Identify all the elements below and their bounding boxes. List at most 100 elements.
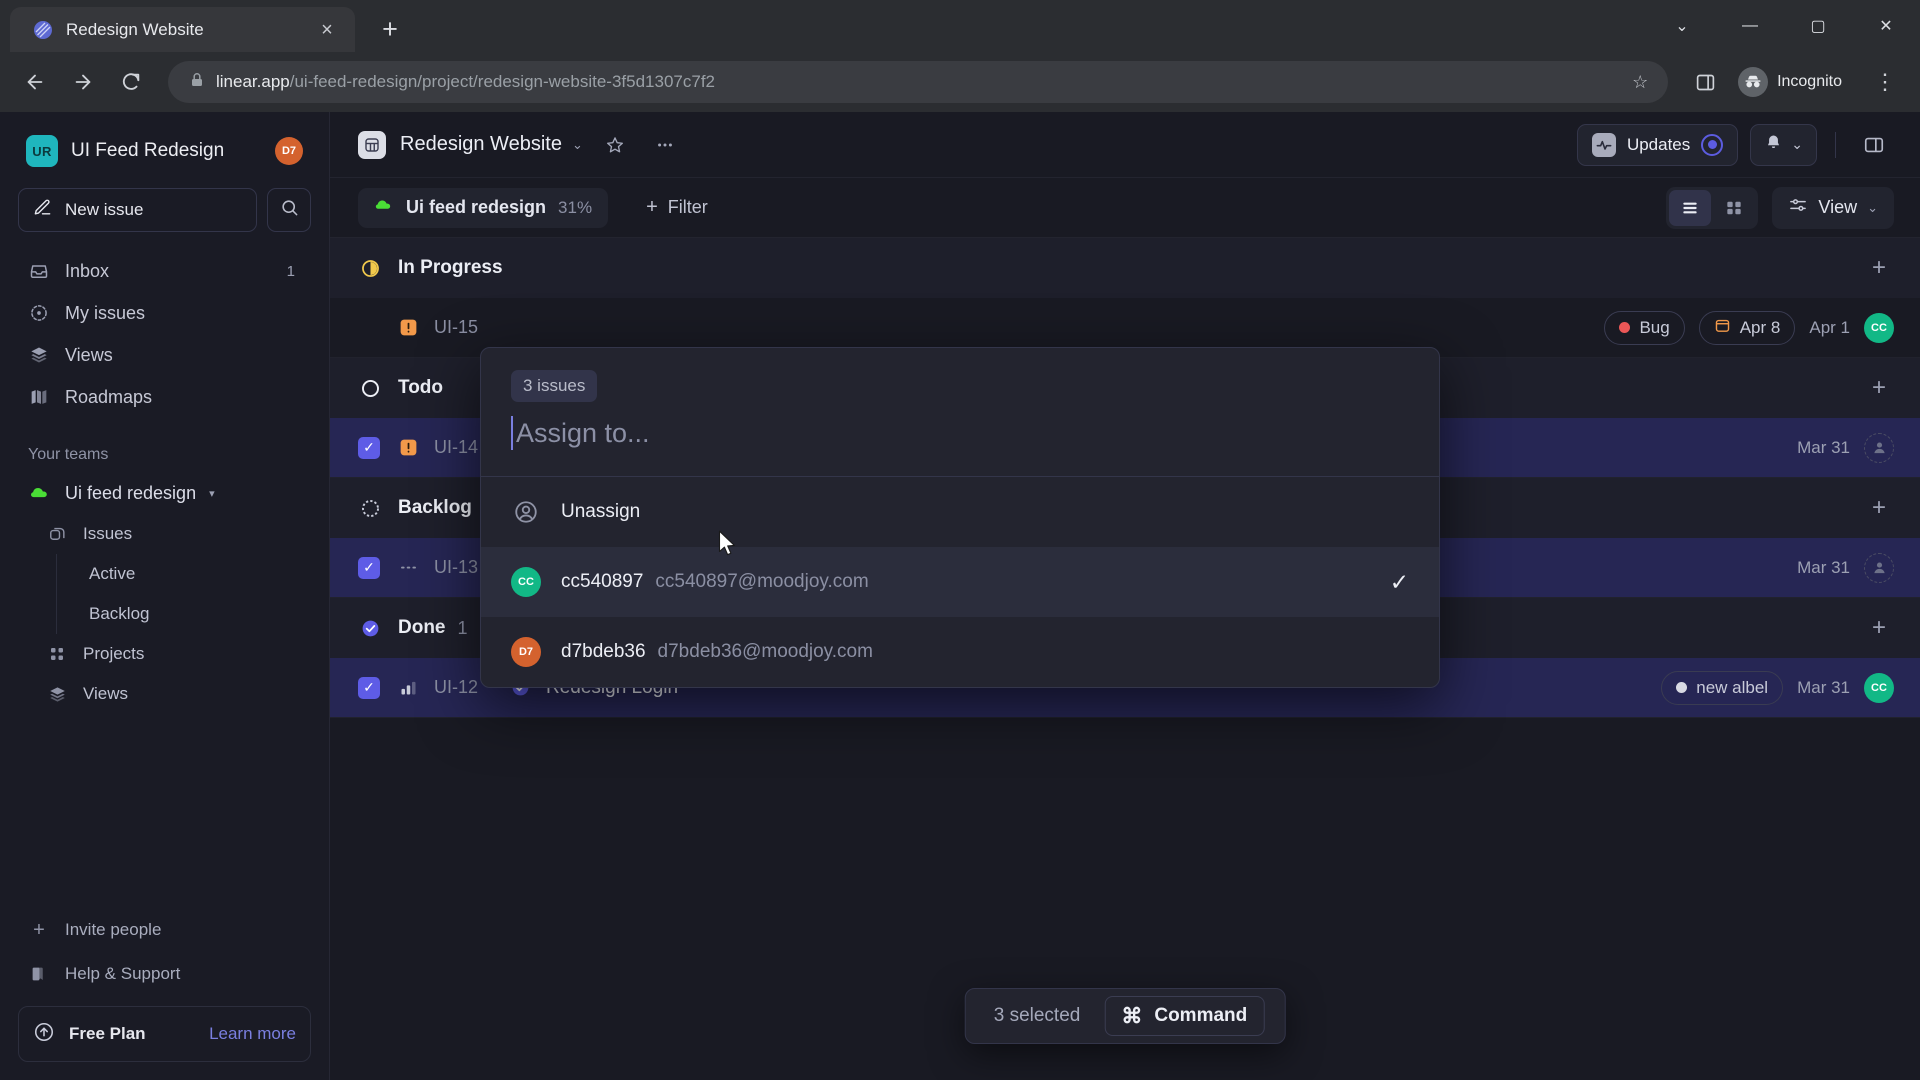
book-icon bbox=[28, 965, 50, 983]
sidebar: UR UI Feed Redesign D7 New issue Inbox 1… bbox=[0, 112, 330, 1080]
add-issue-button[interactable]: + bbox=[1864, 374, 1894, 402]
label-chip[interactable]: Bug bbox=[1604, 310, 1685, 345]
new-tab-button[interactable]: + bbox=[369, 8, 411, 50]
bookmark-star-icon[interactable]: ☆ bbox=[1632, 72, 1652, 93]
help-support-label: Help & Support bbox=[65, 964, 181, 983]
sidebar-item-label: Views bbox=[65, 344, 113, 365]
sidebar-item-label: Issues bbox=[83, 524, 133, 543]
workspace-switcher[interactable]: UR UI Feed Redesign D7 bbox=[18, 120, 311, 182]
sidebar-item-backlog[interactable]: Backlog bbox=[79, 594, 311, 634]
issues-icon bbox=[46, 525, 68, 544]
sidebar-item-issues[interactable]: Issues bbox=[36, 514, 311, 554]
reload-icon[interactable] bbox=[110, 61, 152, 103]
primary-nav: Inbox 1 My issues Views Roadmaps bbox=[18, 250, 311, 418]
invite-people-label: Invite people bbox=[65, 920, 162, 939]
group-count: 1 bbox=[457, 617, 468, 638]
ellipsis-icon[interactable] bbox=[647, 127, 683, 163]
chevron-down-icon[interactable]: ▾ bbox=[209, 487, 215, 500]
row-checkbox[interactable]: ✓ bbox=[358, 556, 380, 579]
layers-icon bbox=[28, 345, 50, 365]
due-date-chip[interactable]: Apr 8 bbox=[1698, 310, 1796, 345]
label-text: new albel bbox=[1696, 677, 1769, 697]
side-panel-icon[interactable] bbox=[1684, 61, 1726, 103]
avatar[interactable]: CC bbox=[1864, 312, 1894, 343]
sidebar-team-ui-feed-redesign[interactable]: Ui feed redesign ▾ bbox=[18, 472, 311, 514]
sidebar-item-my-issues[interactable]: My issues bbox=[18, 292, 311, 334]
sidebar-item-inbox[interactable]: Inbox 1 bbox=[18, 250, 311, 292]
notifications-button[interactable]: ⌄ bbox=[1750, 123, 1817, 166]
avatar[interactable] bbox=[1864, 432, 1894, 463]
assign-option-unassign[interactable]: Unassign bbox=[481, 477, 1439, 547]
done-icon bbox=[358, 618, 382, 639]
invite-people-button[interactable]: + Invite people bbox=[18, 908, 311, 952]
search-button[interactable] bbox=[267, 188, 311, 232]
plan-box[interactable]: Free Plan Learn more bbox=[18, 1006, 311, 1062]
tab-title: Redesign Website bbox=[66, 19, 204, 39]
help-support-button[interactable]: Help & Support bbox=[18, 952, 311, 996]
sidebar-item-projects[interactable]: Projects bbox=[36, 634, 311, 674]
row-checkbox[interactable]: ✓ bbox=[358, 676, 380, 699]
minimize-icon[interactable]: — bbox=[1716, 0, 1784, 52]
no-priority-icon bbox=[396, 557, 420, 578]
sidebar-item-team-views[interactable]: Views bbox=[36, 674, 311, 714]
close-window-icon[interactable]: ✕ bbox=[1852, 0, 1920, 52]
add-issue-button[interactable]: + bbox=[1864, 254, 1894, 282]
add-issue-button[interactable]: + bbox=[1864, 494, 1894, 522]
workspace-avatar: UR bbox=[26, 135, 58, 167]
sidebar-item-label: My issues bbox=[65, 302, 146, 323]
project-filter-pill[interactable]: Ui feed redesign 31% bbox=[358, 187, 609, 228]
board-view-icon[interactable] bbox=[1713, 190, 1755, 226]
row-checkbox[interactable]: ✓ bbox=[358, 436, 380, 459]
chevron-down-icon[interactable]: ⌄ bbox=[1791, 136, 1803, 153]
assign-option-name: Unassign bbox=[561, 501, 641, 522]
address-bar[interactable]: linear.app/ui-feed-redesign/project/rede… bbox=[168, 61, 1669, 103]
group-header-in-progress[interactable]: In Progress + bbox=[330, 238, 1920, 298]
sidebar-item-label: Projects bbox=[83, 644, 145, 663]
sidebar-panel-icon[interactable] bbox=[1854, 125, 1894, 165]
group-name: Backlog bbox=[398, 497, 472, 518]
command-button[interactable]: ⌘ Command bbox=[1104, 996, 1265, 1036]
assign-option-cc540897[interactable]: CC cc540897 cc540897@moodjoy.com ✓ bbox=[481, 547, 1439, 617]
header-right-controls: Updates ⌄ bbox=[1576, 123, 1894, 166]
avatar[interactable]: D7 bbox=[275, 137, 303, 165]
due-date-text: Apr 8 bbox=[1739, 317, 1781, 337]
avatar[interactable]: CC bbox=[1864, 672, 1894, 703]
assign-popover: 3 issues Assign to... Unassign CC cc5408… bbox=[480, 347, 1440, 688]
label-chip[interactable]: new albel bbox=[1661, 670, 1784, 705]
minimize-all-icon[interactable]: ⌄ bbox=[1648, 0, 1716, 52]
browser-tab[interactable]: Redesign Website × bbox=[10, 7, 355, 52]
list-view-icon[interactable] bbox=[1669, 189, 1712, 226]
assign-popover-header: 3 issues bbox=[481, 348, 1439, 402]
team-subnav: Issues Active Backlog Projects Views bbox=[18, 514, 311, 714]
star-icon[interactable] bbox=[597, 127, 633, 163]
maximize-icon[interactable]: ▢ bbox=[1784, 0, 1852, 52]
sidebar-item-roadmaps[interactable]: Roadmaps bbox=[18, 376, 311, 418]
back-icon[interactable] bbox=[14, 61, 56, 103]
new-issue-button[interactable]: New issue bbox=[18, 188, 257, 232]
created-date: Mar 31 bbox=[1797, 437, 1850, 457]
workspace-name: UI Feed Redesign bbox=[71, 140, 225, 161]
assign-input[interactable]: Assign to... bbox=[481, 402, 1439, 476]
incognito-indicator[interactable]: Incognito bbox=[1732, 62, 1858, 102]
sidebar-item-active[interactable]: Active bbox=[79, 554, 311, 594]
assign-option-d7bdeb36[interactable]: D7 d7bdeb36 d7bdeb36@moodjoy.com bbox=[481, 617, 1439, 687]
divider bbox=[1835, 131, 1836, 158]
url-text: linear.app/ui-feed-redesign/project/rede… bbox=[216, 72, 1620, 92]
learn-more-link[interactable]: Learn more bbox=[209, 1024, 296, 1044]
sidebar-item-views[interactable]: Views bbox=[18, 334, 311, 376]
incognito-label: Incognito bbox=[1777, 73, 1842, 90]
close-icon[interactable]: × bbox=[313, 16, 341, 44]
row-checkbox[interactable] bbox=[358, 317, 380, 339]
chevron-down-icon[interactable]: ⌄ bbox=[572, 137, 583, 153]
updates-button[interactable]: Updates bbox=[1576, 123, 1739, 166]
forward-icon[interactable] bbox=[62, 61, 104, 103]
add-issue-button[interactable]: + bbox=[1864, 614, 1894, 642]
add-filter-button[interactable]: + Filter bbox=[630, 188, 724, 228]
project-filter-label: Ui feed redesign bbox=[406, 197, 547, 217]
avatar[interactable] bbox=[1864, 552, 1894, 583]
assign-option-email: d7bdeb36@moodjoy.com bbox=[657, 641, 873, 662]
browser-menu-icon[interactable]: ⋮ bbox=[1864, 61, 1906, 103]
medium-priority-icon bbox=[396, 677, 420, 698]
view-options-button[interactable]: View ⌄ bbox=[1772, 186, 1894, 229]
